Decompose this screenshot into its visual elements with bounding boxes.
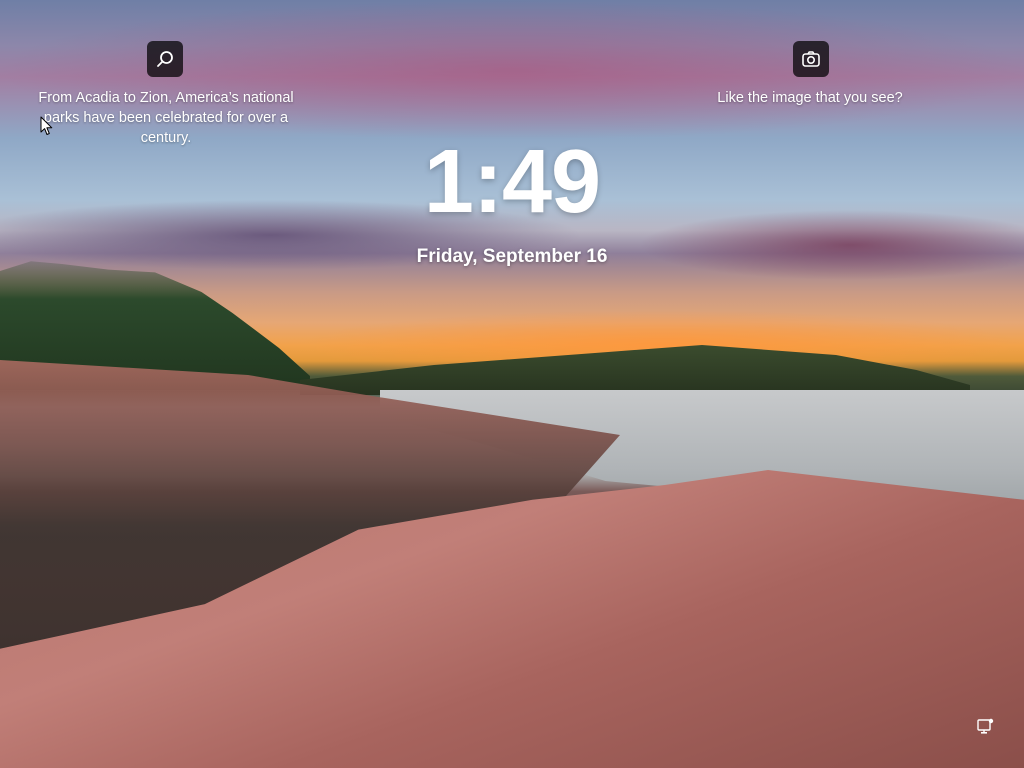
mouse-pointer-icon — [40, 116, 53, 135]
spotlight-like-caption: Like the image that you see? — [717, 90, 903, 106]
camera-icon — [802, 51, 820, 67]
lockscreen-date: Friday, September 16 — [416, 246, 608, 267]
network-icon[interactable] — [975, 716, 995, 736]
search-icon — [157, 51, 173, 67]
spotlight-like-button[interactable] — [793, 41, 829, 77]
lockscreen-clock: 1:49 — [423, 132, 601, 232]
spotlight-search-button[interactable] — [147, 41, 183, 77]
